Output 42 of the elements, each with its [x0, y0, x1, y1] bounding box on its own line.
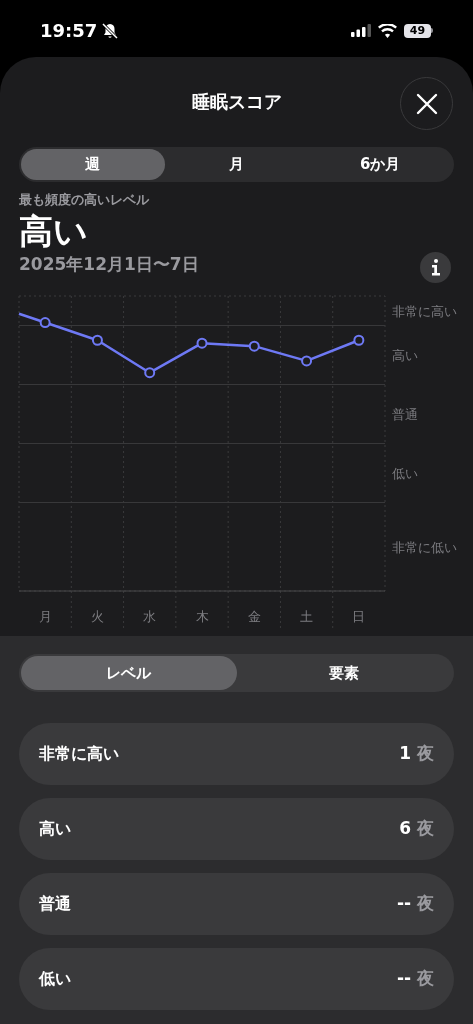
- sheet-title: 睡眠スコア: [191, 89, 282, 114]
- date-range: 2025年12月1日〜7日: [19, 253, 199, 274]
- x-axis-label: 月: [38, 609, 52, 624]
- x-axis-label: 金: [247, 609, 261, 624]
- segment-tab[interactable]: レベル: [21, 656, 237, 690]
- x-axis-label: 水: [143, 609, 157, 624]
- y-axis-label: 高い: [392, 348, 418, 363]
- segment-tab[interactable]: 週: [21, 149, 165, 180]
- muted-bell-icon: [101, 21, 120, 40]
- level-label: 高い: [39, 818, 71, 840]
- close-button[interactable]: [400, 77, 453, 130]
- y-axis-label: 普通: [392, 407, 418, 422]
- level-label: 低い: [39, 968, 71, 990]
- night-count: 6: [399, 817, 411, 841]
- segment-tab[interactable]: 要素: [236, 656, 452, 690]
- x-axis-label: 火: [90, 609, 104, 624]
- level-label: 普通: [39, 893, 71, 915]
- y-axis-label: 非常に高い: [392, 303, 457, 319]
- info-icon: [430, 259, 441, 276]
- night-count: --: [396, 892, 411, 916]
- info-button[interactable]: [420, 252, 451, 283]
- wifi-icon: [378, 23, 397, 38]
- close-icon: [415, 92, 438, 115]
- segment-tab[interactable]: 月: [164, 149, 309, 180]
- level-label: 非常に高い: [39, 743, 119, 765]
- segment-tab[interactable]: 6か月: [308, 149, 452, 180]
- night-count: 1: [399, 742, 411, 766]
- signal-icon: [351, 24, 371, 37]
- x-axis-label: 土: [300, 609, 314, 624]
- night-unit: 夜: [417, 892, 434, 916]
- night-unit: 夜: [417, 742, 434, 766]
- y-axis-label: 非常に低い: [392, 539, 457, 555]
- x-axis-label: 木: [195, 609, 209, 624]
- battery-percent: 49: [409, 25, 426, 36]
- summary-caption: 最も頻度の高いレベル: [19, 191, 150, 209]
- summary-value: 高い: [19, 209, 89, 252]
- night-count: --: [396, 967, 411, 991]
- status-time: 19:57: [40, 19, 98, 43]
- night-unit: 夜: [417, 817, 434, 841]
- y-axis-label: 低い: [392, 466, 418, 481]
- x-axis-label: 日: [352, 609, 366, 624]
- night-unit: 夜: [417, 967, 434, 991]
